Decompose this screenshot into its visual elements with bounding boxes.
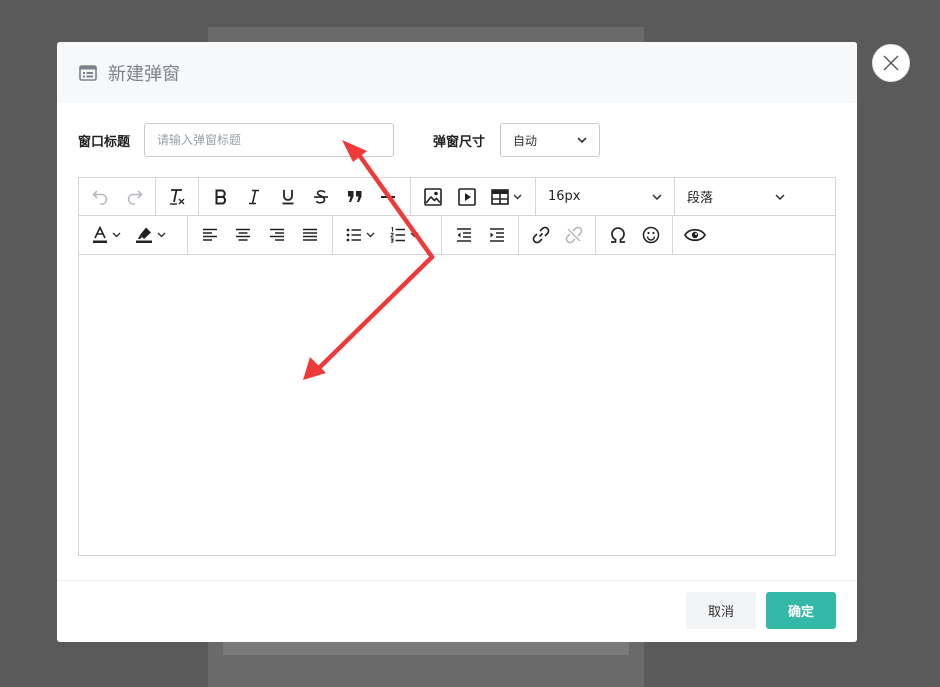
numbered-list-icon (389, 227, 405, 243)
preview-button[interactable] (678, 220, 712, 250)
outdent-icon (456, 228, 471, 242)
highlighter-icon (135, 227, 152, 243)
strikethrough-icon (314, 189, 329, 204)
chevron-down-icon (366, 232, 374, 238)
video-icon (458, 187, 476, 206)
chevron-down-icon (652, 193, 662, 200)
align-center-button[interactable] (227, 220, 261, 250)
align-left-icon (202, 228, 217, 241)
bold-button[interactable] (204, 182, 238, 212)
underline-icon (282, 189, 294, 204)
undo-button[interactable] (84, 182, 117, 212)
link-group (519, 216, 596, 254)
image-icon (424, 187, 442, 206)
close-icon (883, 55, 899, 71)
strikethrough-button[interactable] (305, 182, 339, 212)
block-format-value: 段落 (687, 191, 714, 206)
preview-group (673, 216, 717, 254)
align-center-icon (236, 228, 251, 241)
link-icon (532, 226, 549, 244)
indent-icon (489, 228, 504, 242)
insert-image-button[interactable] (416, 182, 450, 212)
bold-icon (215, 189, 226, 204)
chevron-down-icon (577, 137, 587, 143)
indent-group (442, 216, 519, 254)
align-right-button[interactable] (260, 220, 294, 250)
text-style-group (199, 178, 411, 215)
chevron-down-icon (157, 232, 165, 238)
insert-table-button[interactable] (484, 182, 528, 212)
font-size-select[interactable]: 16px (536, 178, 675, 215)
bullet-list-icon (346, 228, 361, 242)
window-title-input[interactable] (144, 123, 394, 157)
outdent-button[interactable] (447, 220, 480, 250)
chevron-down-icon (112, 232, 120, 238)
form-row: 窗口标题 弹窗尺寸 自动 (78, 123, 857, 157)
horizontal-rule-icon (381, 195, 396, 198)
confirm-button[interactable]: 确定 (766, 592, 836, 629)
align-left-button[interactable] (193, 220, 227, 250)
clear-format-button[interactable] (161, 182, 193, 212)
numbered-list-button[interactable] (382, 220, 426, 250)
chevron-down-icon (775, 193, 785, 200)
emoji-icon (642, 226, 659, 244)
text-color-button[interactable] (84, 220, 128, 250)
font-size-value: 16px (548, 189, 581, 204)
redo-button[interactable] (117, 182, 150, 212)
new-popup-dialog: 新建弹窗 窗口标题 弹窗尺寸 自动 (57, 42, 857, 642)
unlink-icon (565, 226, 582, 244)
underline-button[interactable] (271, 182, 305, 212)
indent-button[interactable] (480, 220, 513, 250)
bullet-list-button[interactable] (338, 220, 382, 250)
horizontal-rule-button[interactable] (372, 182, 406, 212)
popup-size-value: 自动 (513, 133, 538, 148)
insert-video-button[interactable] (450, 182, 484, 212)
special-insert-group (596, 216, 673, 254)
cancel-button[interactable]: 取消 (686, 592, 756, 629)
popup-size-label: 弹窗尺寸 (433, 135, 486, 150)
table-icon (490, 188, 509, 205)
footer-divider (57, 580, 857, 581)
window-title-label: 窗口标题 (78, 135, 131, 150)
omega-icon (610, 227, 625, 243)
special-characters-button[interactable] (601, 220, 634, 250)
block-format-select[interactable]: 段落 (675, 178, 815, 215)
toolbar-row-1: 16px 段落 (79, 178, 835, 216)
dialog-title: 新建弹窗 (108, 63, 180, 85)
emoji-button[interactable] (634, 220, 667, 250)
font-color-icon (92, 226, 107, 243)
close-dialog-button[interactable] (872, 44, 910, 82)
italic-icon (249, 189, 260, 204)
background-color-button[interactable] (128, 220, 172, 250)
toolbar-row-2 (79, 216, 835, 255)
alignment-group (188, 216, 333, 254)
history-group (79, 178, 156, 215)
italic-button[interactable] (238, 182, 272, 212)
remove-link-button[interactable] (557, 220, 590, 250)
redo-icon (127, 189, 143, 205)
eye-icon (684, 228, 706, 242)
clear-format-icon (170, 188, 185, 205)
insert-media-group (411, 178, 536, 215)
list-group (333, 216, 442, 254)
undo-icon (91, 189, 107, 205)
editor-content-area[interactable] (79, 255, 835, 555)
dialog-header: 新建弹窗 (57, 42, 857, 103)
quote-icon (347, 190, 362, 202)
align-right-icon (269, 228, 284, 241)
chevron-down-icon (513, 194, 521, 199)
align-justify-icon (303, 228, 318, 241)
color-group (79, 216, 188, 254)
clear-format-group (156, 178, 199, 215)
blockquote-button[interactable] (338, 182, 372, 212)
insert-link-button[interactable] (524, 220, 557, 250)
chevron-down-icon (410, 232, 418, 238)
justify-button[interactable] (294, 220, 328, 250)
rich-text-editor: 16px 段落 (78, 177, 836, 556)
popup-size-select[interactable]: 自动 (500, 123, 600, 157)
window-icon (79, 64, 97, 81)
